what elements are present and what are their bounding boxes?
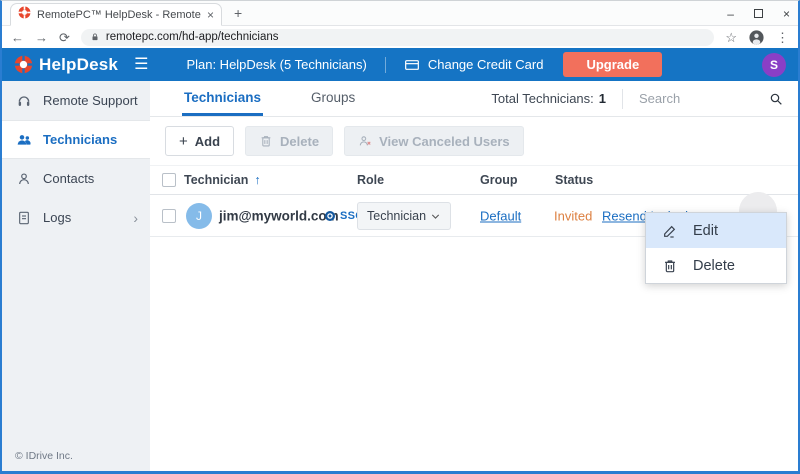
bookmark-star-icon[interactable]: ☆: [725, 31, 737, 44]
table-header: Technician↑ Role Group Status: [150, 165, 798, 195]
sidebar: Remote Support Technicians Contacts Logs…: [2, 81, 150, 471]
browser-tab[interactable]: RemotePC™ HelpDesk - Remote ×: [10, 3, 222, 26]
logs-document-icon: [16, 210, 32, 226]
technician-email: jim@myworld.com: [219, 208, 339, 223]
contact-person-icon: [16, 171, 32, 187]
menu-item-delete[interactable]: Delete: [646, 248, 786, 283]
plus-icon: +: [179, 134, 188, 149]
view-canceled-users-button[interactable]: View Canceled Users: [344, 126, 524, 156]
app-title: HelpDesk: [39, 55, 118, 75]
helpdesk-logo-icon: [14, 55, 33, 74]
change-credit-card-label: Change Credit Card: [428, 57, 544, 72]
row-context-menu: Edit Delete: [645, 212, 787, 284]
sidebar-item-contacts[interactable]: Contacts: [2, 159, 150, 198]
tab-close-icon[interactable]: ×: [207, 9, 214, 21]
select-all-checkbox[interactable]: [162, 173, 176, 187]
plan-label: Plan: HelpDesk (5 Technicians): [186, 57, 366, 72]
lock-icon: [90, 32, 100, 42]
browser-tabstrip: RemotePC™ HelpDesk - Remote × + – ×: [2, 1, 798, 26]
menu-item-edit[interactable]: Edit: [646, 213, 786, 248]
user-avatar[interactable]: S: [762, 53, 786, 77]
person-x-icon: [358, 134, 372, 148]
sidebar-item-logs[interactable]: Logs ›: [2, 198, 150, 237]
trash-icon: [662, 258, 678, 274]
tabrow-divider: [622, 89, 623, 109]
trash-icon: [259, 134, 273, 148]
site-favicon-icon: [18, 6, 31, 24]
column-header-status: Status: [555, 173, 593, 187]
row-checkbox[interactable]: [162, 209, 176, 223]
column-header-technician[interactable]: Technician↑: [184, 173, 261, 187]
sidebar-item-label: Contacts: [43, 171, 94, 186]
column-header-role: Role: [357, 173, 384, 187]
sort-ascending-icon[interactable]: ↑: [254, 173, 260, 187]
window-close-icon[interactable]: ×: [783, 7, 790, 21]
sidebar-item-label: Logs: [43, 210, 71, 225]
address-bar[interactable]: remotepc.com/hd-app/technicians: [81, 29, 714, 46]
chevron-right-icon: ›: [133, 211, 138, 225]
tab-groups[interactable]: Groups: [309, 81, 357, 116]
browser-profile-avatar[interactable]: [748, 29, 765, 46]
forward-icon[interactable]: →: [35, 31, 48, 44]
sso-icon: [324, 210, 336, 222]
search-input[interactable]: [639, 91, 764, 106]
column-header-group: Group: [480, 173, 518, 187]
hamburger-menu-icon[interactable]: ☰: [134, 57, 148, 73]
technicians-icon: [16, 132, 32, 148]
browser-window: RemotePC™ HelpDesk - Remote × + – × ← → …: [0, 0, 800, 474]
back-icon[interactable]: ←: [11, 31, 24, 44]
app-header: HelpDesk ☰ Plan: HelpDesk (5 Technicians…: [2, 48, 798, 81]
sidebar-item-remote-support[interactable]: Remote Support: [2, 81, 150, 120]
header-divider: [385, 57, 386, 73]
content-tabs: Technicians Groups Total Technicians: 1: [150, 81, 798, 117]
total-technicians-label: Total Technicians:: [491, 91, 593, 106]
technician-avatar: J: [186, 203, 212, 229]
sidebar-item-technicians[interactable]: Technicians: [2, 120, 150, 159]
headset-icon: [16, 93, 32, 109]
chevron-down-icon: [430, 211, 441, 222]
search-icon[interactable]: [768, 91, 784, 107]
sidebar-item-label: Technicians: [43, 132, 117, 147]
edit-pencil-icon: [662, 223, 678, 239]
browser-addressbar: ← → ⟳ remotepc.com/hd-app/technicians ☆ …: [2, 27, 798, 47]
delete-button[interactable]: Delete: [245, 126, 333, 156]
change-credit-card-link[interactable]: Change Credit Card: [404, 57, 544, 73]
copyright-text: © IDrive Inc.: [15, 450, 73, 462]
add-button[interactable]: + Add: [165, 126, 234, 156]
sidebar-item-label: Remote Support: [43, 93, 138, 108]
tab-title: RemotePC™ HelpDesk - Remote: [37, 9, 201, 21]
window-maximize-icon[interactable]: [754, 9, 763, 18]
window-controls: – ×: [727, 1, 790, 26]
reload-icon[interactable]: ⟳: [59, 31, 70, 44]
window-minimize-icon[interactable]: –: [727, 7, 734, 21]
credit-card-icon: [404, 57, 420, 73]
group-link[interactable]: Default: [480, 208, 521, 223]
toolbar: + Add Delete View Canceled Users: [150, 117, 798, 165]
upgrade-button[interactable]: Upgrade: [563, 52, 662, 77]
url-text: remotepc.com/hd-app/technicians: [106, 31, 279, 43]
browser-menu-icon[interactable]: ⋮: [776, 31, 789, 44]
status-badge: Invited: [554, 208, 592, 223]
total-technicians-value: 1: [599, 91, 606, 106]
tab-technicians[interactable]: Technicians: [182, 81, 263, 116]
new-tab-icon[interactable]: +: [234, 5, 242, 21]
role-dropdown[interactable]: Technician: [357, 202, 451, 230]
